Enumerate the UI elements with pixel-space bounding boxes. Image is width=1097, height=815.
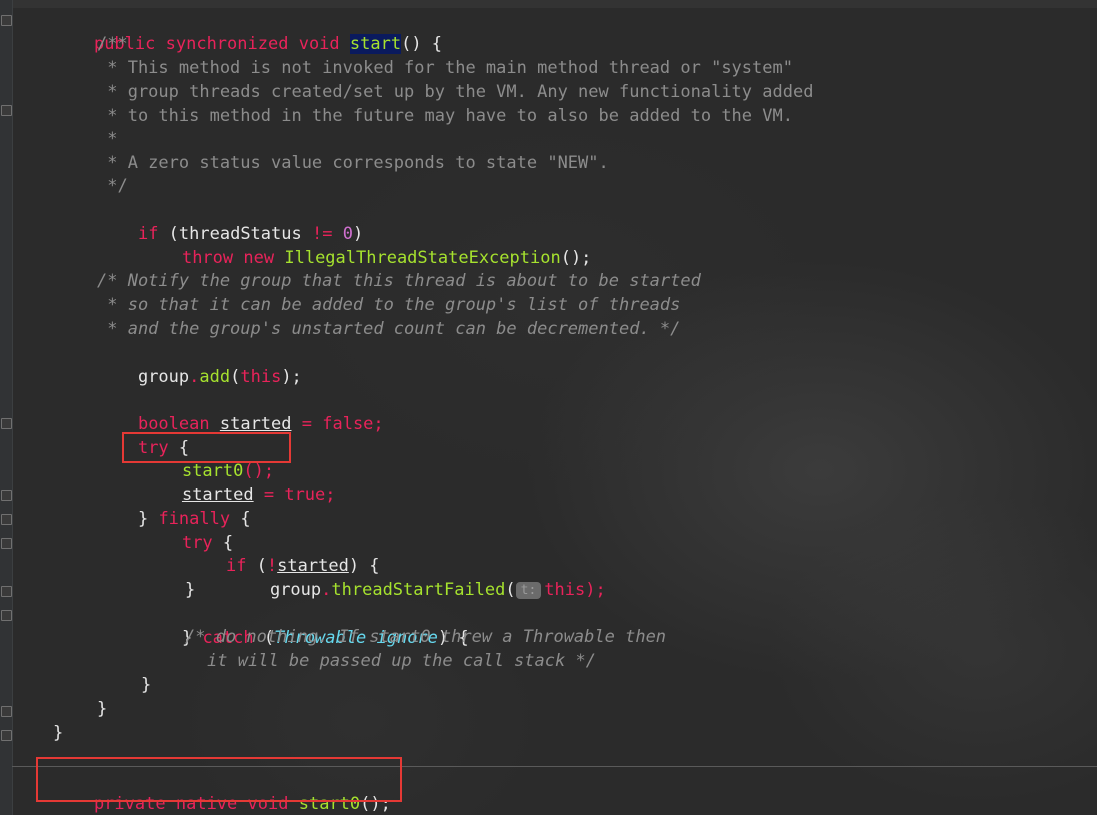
code-line-finally[interactable]: } finally { xyxy=(97,483,251,529)
block-comment-line: /* do nothing. If start0 threw a Throwab… xyxy=(185,627,667,647)
javadoc-line: * to this method in the future may have … xyxy=(97,106,793,126)
block-comment-line: * and the group's unstarted count can be… xyxy=(97,319,681,339)
code-line-method-signature[interactable]: public synchronized void start() { xyxy=(53,8,442,54)
javadoc-line: */ xyxy=(97,176,128,196)
fold-marker-icon[interactable] xyxy=(1,538,12,549)
fold-marker-icon[interactable] xyxy=(1,706,12,717)
operator: = xyxy=(291,414,323,434)
fold-marker-icon[interactable] xyxy=(1,730,12,741)
code-line-try-inner[interactable]: try { xyxy=(141,507,233,553)
closing-brace: } xyxy=(185,580,196,600)
code-editor[interactable]: public synchronized void start() { /** *… xyxy=(0,0,1097,815)
javadoc-line: * This method is not invoked for the mai… xyxy=(97,58,793,78)
fold-marker-icon[interactable] xyxy=(1,514,12,525)
method-name-selected[interactable]: start xyxy=(349,34,402,54)
keyword: this xyxy=(544,580,586,600)
operator: = xyxy=(253,485,285,505)
fold-marker-icon[interactable] xyxy=(1,610,12,621)
code-line-thread-start-failed[interactable]: group.threadStartFailed(t: this); xyxy=(229,554,606,600)
keyword: new xyxy=(243,248,275,268)
javadoc-line: * group threads created/set up by the VM… xyxy=(97,82,814,102)
block-comment-line: it will be passed up the call stack */ xyxy=(207,651,596,671)
punctuation: { xyxy=(230,509,251,529)
punctuation: ); xyxy=(585,580,606,600)
parameter-hint: t: xyxy=(515,582,542,599)
punctuation: ); xyxy=(281,367,302,387)
punctuation: () { xyxy=(401,34,443,54)
exception-class: IllegalThreadStateException xyxy=(284,248,561,268)
closing-brace: } xyxy=(97,699,108,719)
fold-marker-icon[interactable] xyxy=(1,418,12,429)
code-line-if-status[interactable]: if (threadStatus != 0) xyxy=(97,198,363,244)
highlight-box-native-declaration xyxy=(36,757,402,802)
javadoc-line: * xyxy=(97,129,118,149)
block-comment-line: /* Notify the group that this thread is … xyxy=(97,271,701,291)
code-line-if-not-started[interactable]: if (!started) { xyxy=(185,530,380,576)
code-line-catch[interactable]: } catch (Throwable ignore) { xyxy=(141,602,469,648)
javadoc-line: /** xyxy=(97,34,128,54)
punctuation: ; xyxy=(325,485,336,505)
variable: started xyxy=(219,414,292,434)
previous-line-fragment xyxy=(12,0,1097,8)
method-call: threadStartFailed xyxy=(331,580,506,600)
fold-marker-icon[interactable] xyxy=(1,105,12,116)
boolean-literal: true xyxy=(284,485,326,505)
closing-brace: } xyxy=(53,723,64,743)
block-comment-line: * so that it can be added to the group's… xyxy=(97,295,681,315)
keyword: throw xyxy=(181,248,234,268)
punctuation: ; xyxy=(373,414,384,434)
method-call: add xyxy=(199,367,231,387)
keyword: void xyxy=(298,34,340,54)
punctuation: (); xyxy=(560,248,592,268)
dot: . xyxy=(321,580,332,600)
fold-marker-icon[interactable] xyxy=(1,15,12,26)
code-line-boolean-started[interactable]: boolean started = false; xyxy=(97,388,384,434)
keyword: this xyxy=(240,367,282,387)
fold-marker-icon[interactable] xyxy=(1,490,12,501)
editor-gutter[interactable] xyxy=(0,0,13,815)
punctuation: ( xyxy=(505,580,516,600)
punctuation: ( xyxy=(230,367,241,387)
identifier: group xyxy=(137,367,190,387)
code-line-group-add[interactable]: group.add(this); xyxy=(97,341,302,387)
boolean-literal: false xyxy=(322,414,374,434)
fold-marker-icon[interactable] xyxy=(1,586,12,597)
identifier: group xyxy=(269,580,322,600)
highlight-box-start0-call xyxy=(122,432,291,463)
closing-brace: } xyxy=(141,675,152,695)
keyword: synchronized xyxy=(165,34,289,54)
javadoc-line: * A zero status value corresponds to sta… xyxy=(97,153,609,173)
code-line-throw[interactable]: throw new IllegalThreadStateException(); xyxy=(141,222,591,268)
dot: . xyxy=(189,367,200,387)
